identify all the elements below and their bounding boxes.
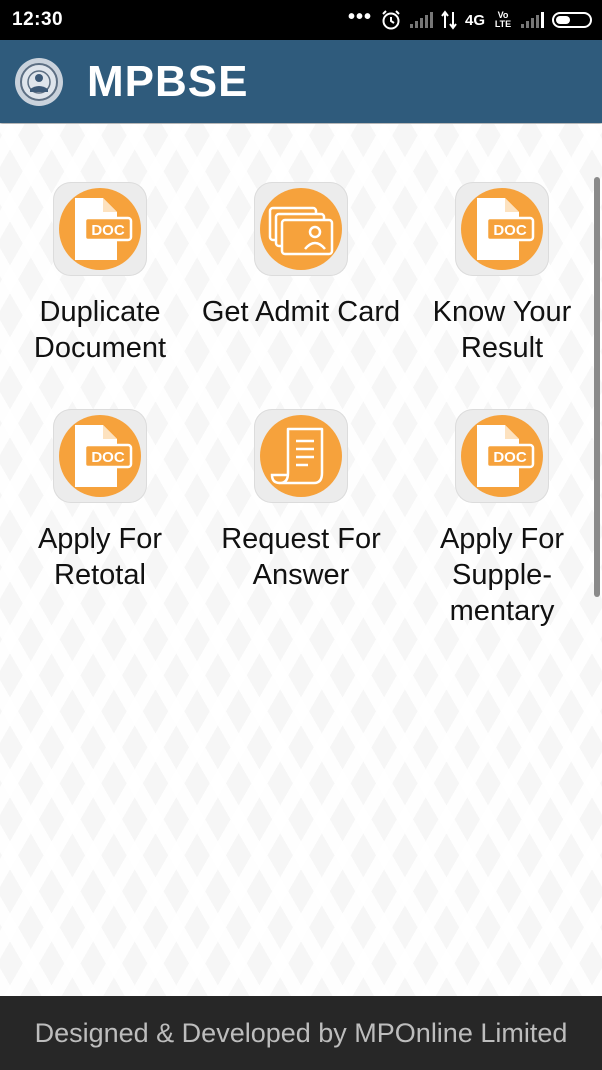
doc-file-icon: DOC bbox=[461, 188, 543, 270]
doc-file-icon: DOC bbox=[461, 415, 543, 497]
app-bar: MPBSE bbox=[0, 40, 602, 123]
network-type: 4G bbox=[464, 11, 485, 29]
svg-text:DOC: DOC bbox=[91, 222, 125, 239]
status-time: 12:30 bbox=[12, 9, 64, 30]
main-content[interactable]: DOC Duplicate Document Get Admit Card DO… bbox=[0, 124, 602, 996]
tile-label: Apply For Retotal bbox=[37, 523, 163, 591]
tile-icon-container[interactable]: DOC bbox=[455, 409, 549, 503]
more-notifications-icon: ••• bbox=[347, 6, 372, 28]
tile-request-for-answer[interactable]: Request For Answer bbox=[201, 409, 401, 593]
footer-credit: Designed & Developed by MPOnline Limited bbox=[34, 1017, 568, 1048]
tile-label: Know Your Result bbox=[432, 296, 572, 364]
doc-file-icon: DOC bbox=[59, 415, 141, 497]
tile-get-admit-card[interactable]: Get Admit Card bbox=[201, 182, 401, 330]
tile-label: Request For Answer bbox=[221, 523, 381, 591]
tile-icon-container[interactable]: DOC bbox=[455, 182, 549, 276]
scroll-document-icon bbox=[260, 415, 342, 497]
tile-label: Apply For Supple- mentary bbox=[439, 523, 565, 627]
vertical-scrollbar[interactable] bbox=[594, 177, 600, 597]
tile-icon-container[interactable]: DOC bbox=[53, 182, 147, 276]
status-bar: 12:30 ••• 4G Vo LTE bbox=[0, 0, 602, 40]
tile-icon-container[interactable] bbox=[254, 409, 348, 503]
id-card-icon bbox=[260, 188, 342, 270]
svg-text:DOC: DOC bbox=[493, 222, 527, 239]
mpbse-emblem-icon bbox=[15, 57, 63, 106]
tile-know-your-result[interactable]: DOC Know Your Result bbox=[402, 182, 602, 366]
svg-text:DOC: DOC bbox=[91, 449, 125, 466]
app-title: MPBSE bbox=[87, 56, 249, 106]
signal-strength-icon bbox=[409, 12, 433, 28]
alarm-icon bbox=[382, 10, 400, 30]
tile-apply-for-supplementary[interactable]: DOC Apply For Supple- mentary bbox=[402, 409, 602, 629]
tile-icon-container[interactable]: DOC bbox=[53, 409, 147, 503]
tile-label: Duplicate Document bbox=[33, 296, 167, 364]
footer: Designed & Developed by MPOnline Limited bbox=[0, 996, 602, 1070]
svg-text:DOC: DOC bbox=[493, 449, 527, 466]
status-icons: ••• 4G Vo LTE bbox=[347, 6, 592, 31]
tile-apply-for-retotal[interactable]: DOC Apply For Retotal bbox=[0, 409, 200, 593]
battery-icon bbox=[552, 12, 592, 28]
data-transfer-icon bbox=[441, 10, 457, 30]
doc-file-icon: DOC bbox=[59, 188, 141, 270]
tile-icon-container[interactable] bbox=[254, 182, 348, 276]
signal-strength-icon-2 bbox=[521, 12, 544, 28]
tile-duplicate-document[interactable]: DOC Duplicate Document bbox=[0, 182, 200, 366]
volte-badge: Vo LTE bbox=[494, 10, 512, 29]
tile-label: Get Admit Card bbox=[201, 296, 401, 328]
